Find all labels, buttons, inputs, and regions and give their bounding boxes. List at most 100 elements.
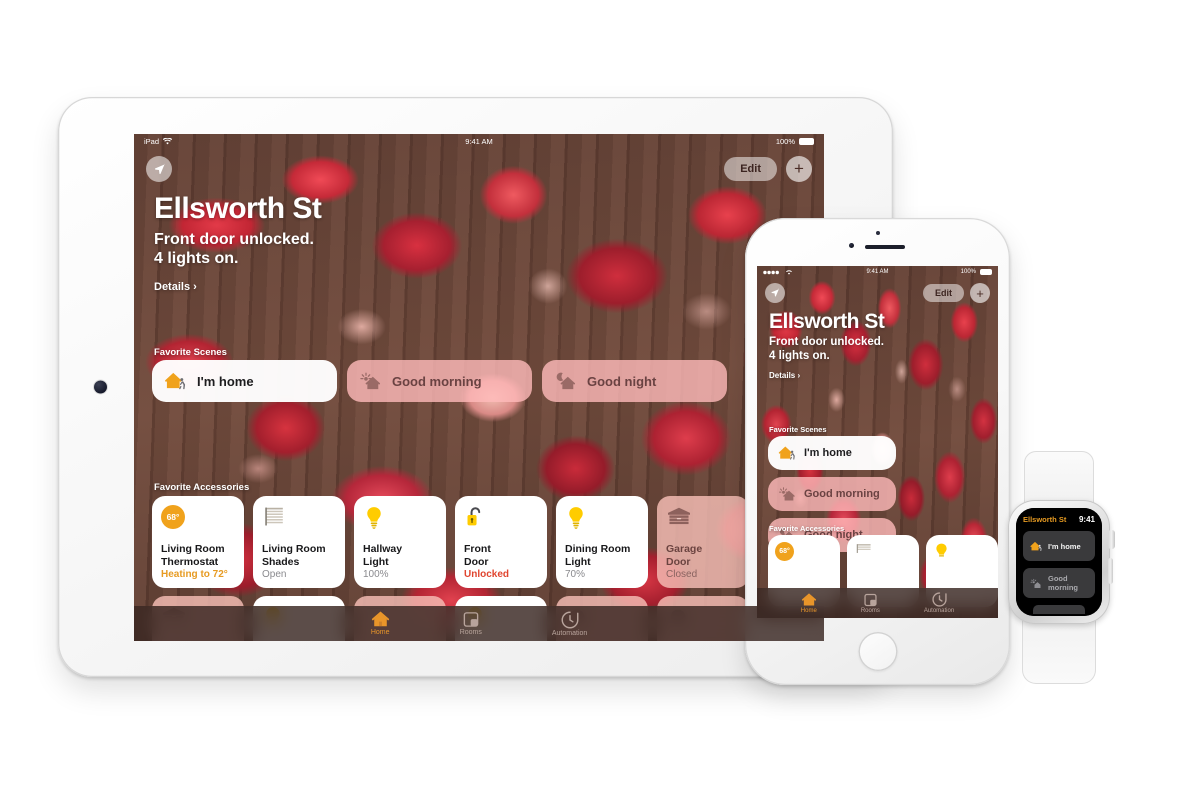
watch-scene-label: I'm home [1048,541,1081,551]
page-title: Ellsworth St [154,192,322,225]
add-button[interactable]: + [970,283,990,303]
ipad-status-bar: iPad 9:41 AM 100% [134,134,824,148]
watch-scene-good-morning[interactable]: Good morning [1023,568,1095,598]
watch-side-button[interactable] [1108,558,1113,584]
house-person-icon [1030,541,1043,552]
ipad-home-app: iPad 9:41 AM 100% Edit + Ellsworth St Fr… [134,134,824,641]
house-icon [371,611,390,628]
home-status: Front door unlocked. 4 lights on. [769,336,884,364]
unlocked-padlock-icon [464,505,538,530]
signal-dots-icon [763,270,781,275]
tab-automation[interactable]: Automation [924,592,954,614]
home-status: Front door unlocked. 4 lights on. [154,230,314,268]
tile-front-door[interactable]: Front Door Unlocked [455,496,547,588]
tile-living-room-shades[interactable]: Living Room Shades Open [253,496,345,588]
automation-clock-icon [561,611,579,629]
location-arrow-icon[interactable] [765,283,785,303]
battery-percent: 100% [775,136,795,146]
scene-good-night[interactable]: Good night [542,360,727,402]
iphone-earpiece-speaker [865,245,905,249]
edit-button[interactable]: Edit [923,284,964,302]
tile-state: 70% [565,569,586,580]
tile-garage-door[interactable]: Garage Door Closed [657,496,749,588]
tile-state: 100% [363,569,389,580]
details-link[interactable]: Details › [154,281,197,293]
digital-crown[interactable] [1108,530,1115,549]
details-link[interactable]: Details › [769,371,800,380]
scene-label: Good morning [392,373,482,389]
favorite-accessories-grid: 68° Living Room Thermostat Heating to 72° [152,496,824,588]
tab-rooms[interactable]: Rooms [460,611,482,636]
ipad-tab-bar: Home Rooms Automation [134,606,824,641]
scene-im-home[interactable]: I'm home [768,436,896,470]
tab-home[interactable]: Home [800,592,817,614]
automation-clock-icon [931,592,947,607]
home-status-line-1: Front door unlocked. [769,336,884,348]
watch-screen: Ellsworth St 9:41 I'm home Good morning [1016,508,1102,616]
scene-good-morning[interactable]: Good morning [768,477,896,511]
location-arrow-icon[interactable] [146,156,172,182]
add-button[interactable]: + [786,156,812,182]
tile-name: Living Room Thermostat [161,543,225,568]
thermostat-icon: 68° [161,505,185,529]
tile-hallway-light[interactable]: Hallway Light 100% [354,496,446,588]
iphone-tab-bar: Home Rooms Automation [757,588,998,618]
blinds-icon [854,542,912,561]
iphone-home-button[interactable] [858,632,897,671]
home-status-line-2: 4 lights on. [769,349,830,362]
battery-percent: 100% [960,269,976,275]
iphone-home-app: 9:41 AM 100% Edit + Ellsworth St Front d… [757,266,998,618]
scene-good-morning[interactable]: Good morning [347,360,532,402]
tile-state: Heating to 72° [161,569,228,580]
carrier-label: iPad [144,136,160,146]
favorite-scenes-grid: I'm home Good morning Good night [152,360,812,402]
tile-dining-room-light[interactable]: Dining Room Light 70% [556,496,648,588]
tab-label: Home [800,607,817,614]
house-person-icon [164,371,188,391]
home-status-line-1: Front door unlocked. [154,231,314,248]
watch-scene-im-home[interactable]: I'm home [1023,531,1095,561]
tab-automation[interactable]: Automation [552,611,587,637]
sunrise-house-icon [1030,578,1043,589]
iphone-screen: 9:41 AM 100% Edit + Ellsworth St Front d… [757,266,998,618]
tile-state: Open [262,569,287,580]
favorite-accessories-heading: Favorite Accessories [769,524,845,533]
ipad-nav-row: Edit + [134,156,824,182]
scene-label: Good night [587,373,657,389]
page-title: Ellsworth St [769,310,885,333]
status-time: 9:41 AM [465,136,493,146]
lightbulb-icon [565,505,639,530]
lightbulb-icon [933,542,991,561]
scene-im-home[interactable]: I'm home [152,360,337,402]
rooms-icon [863,593,878,607]
ipad-home-button[interactable] [94,380,107,394]
scene-label: I'm home [197,373,254,389]
tab-home[interactable]: Home [371,611,390,636]
house-person-icon [778,445,797,461]
wifi-icon [162,136,173,145]
tile-living-room-thermostat[interactable]: 68° Living Room Thermostat Heating to 72° [152,496,244,588]
house-icon [801,592,817,607]
iphone-nav-row: Edit + [757,283,998,303]
tile-state: Closed [666,569,698,580]
favorite-accessories-heading: Favorite Accessories [154,482,250,493]
scene-label: I'm home [804,447,852,459]
iphone-front-camera [849,243,854,248]
scene-label: Good morning [804,488,880,500]
tab-label: Automation [551,629,588,637]
apple-watch-device: Ellsworth St 9:41 I'm home Good morning [1000,451,1118,684]
thermostat-icon: 68° [775,542,794,561]
tile-state: Unlocked [464,569,510,580]
tile-name: Front Door [464,543,491,568]
watch-scene-partial[interactable] [1033,605,1085,614]
blinds-icon [262,505,336,529]
ipad-screen: iPad 9:41 AM 100% Edit + Ellsworth St Fr… [134,134,824,641]
rooms-icon [462,611,480,628]
tab-label: Home [370,629,390,636]
tile-name: Dining Room Light [565,543,631,568]
edit-button[interactable]: Edit [724,157,777,181]
tab-label: Automation [923,608,955,614]
tab-rooms[interactable]: Rooms [861,593,880,614]
favorite-scenes-heading: Favorite Scenes [769,425,827,434]
tile-name: Garage Door [666,543,703,568]
